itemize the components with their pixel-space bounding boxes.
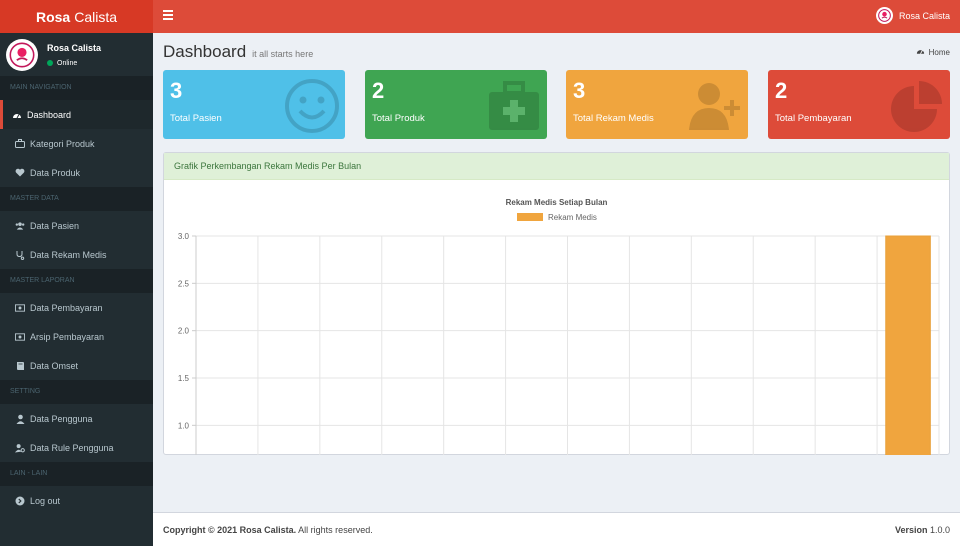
sidebar-section-header: MASTER DATA — [0, 187, 153, 211]
sidebar-item-data-pembayaran[interactable]: Data Pembayaran — [0, 293, 153, 322]
sidebar-section-header: MASTER LAPORAN — [0, 269, 153, 293]
sidebar-item-log-out[interactable]: Log out — [0, 486, 153, 515]
footer-copyright: Copyright © 2021 Rosa Calista. All right… — [163, 525, 373, 535]
header-user-name: Rosa Calista — [898, 10, 950, 21]
sidebar-item-data-rule-pengguna[interactable]: Data Rule Pengguna — [0, 433, 153, 462]
main-content: Dashboard it all starts here Home 3 Tota… — [153, 33, 960, 512]
version-number: 1.0.0 — [927, 524, 950, 535]
user-plus-icon — [687, 78, 743, 134]
sidebar-toggle-icon[interactable] — [163, 10, 173, 22]
users-icon — [15, 221, 25, 231]
page-title: Dashboard — [163, 42, 247, 61]
legend-label: Rekam Medis — [548, 213, 597, 222]
y-tick-label: 3.0 — [178, 232, 190, 241]
footer: Copyright © 2021 Rosa Calista. All right… — [153, 512, 960, 546]
sidebar-item-data-rekam-medis[interactable]: Data Rekam Medis — [0, 240, 153, 269]
sidebar-item-label: Data Rekam Medis — [30, 249, 107, 260]
briefcase-icon — [15, 139, 25, 149]
y-tick-label: 1.5 — [178, 374, 190, 383]
version-label: Version — [894, 524, 928, 535]
bar-chart: Rekam Medis00.51.01.52.02.53.0JanuaryFeb… — [178, 213, 940, 455]
book-icon — [15, 361, 25, 371]
avatar-icon — [875, 7, 893, 24]
stat-value: 2 — [372, 78, 385, 103]
sidebar-item-dashboard[interactable]: Dashboard — [0, 100, 153, 129]
sidebar-item-arsip-pembayaran[interactable]: Arsip Pembayaran — [0, 322, 153, 351]
sidebar-item-label: Data Produk — [30, 167, 81, 178]
sidebar-item-data-produk[interactable]: Data Produk — [0, 158, 153, 187]
bar-december — [885, 235, 931, 455]
sidebar-item-label: Data Pengguna — [30, 413, 93, 424]
stat-label: Total Pasien — [170, 113, 222, 124]
sidebar-item-data-pasien[interactable]: Data Pasien — [0, 211, 153, 240]
y-tick-label: 1.0 — [178, 421, 190, 430]
stat-label: Total Pembayaran — [775, 113, 852, 124]
y-tick-label: 2.0 — [178, 327, 190, 336]
user-panel: Rosa Calista Online — [0, 33, 153, 76]
sidebar-item-data-omset[interactable]: Data Omset — [0, 351, 153, 380]
sidebar-item-data-pengguna[interactable]: Data Pengguna — [0, 404, 153, 433]
online-dot-icon — [47, 60, 53, 66]
breadcrumb-home: Home — [928, 47, 950, 57]
chart-panel: Grafik Perkembangan Rekam Medis Per Bula… — [163, 152, 950, 455]
copyright-text: Copyright © 2021 Rosa Calista. — [163, 524, 297, 535]
stethoscope-icon — [15, 250, 25, 260]
status-badge: Online — [47, 60, 101, 67]
top-navbar: Rosa Calista — [153, 0, 960, 33]
y-tick-label: 2.5 — [178, 279, 190, 288]
sidebar: Rosa Calista Online MAIN NAVIGATION Dashb… — [0, 33, 153, 546]
dashboard-icon — [916, 47, 925, 57]
stat-box-total-pasien[interactable]: 3 Total Pasien — [163, 70, 345, 139]
stat-value: 3 — [170, 78, 183, 103]
logout-icon — [15, 496, 25, 506]
sidebar-item-label: Data Rule Pengguna — [30, 442, 114, 453]
sidebar-item-label: Data Pasien — [30, 220, 80, 231]
sidebar-section-header: MAIN NAVIGATION — [0, 76, 153, 100]
avatar — [6, 38, 38, 71]
status-text: Online — [57, 59, 78, 67]
rights-text: All rights reserved. — [296, 524, 373, 535]
stat-label: Total Produk — [372, 113, 425, 124]
page-header: Dashboard it all starts here — [163, 42, 313, 62]
stat-label: Total Rekam Medis — [573, 113, 654, 124]
money-icon — [15, 332, 25, 342]
sidebar-section-header: LAIN - LAIN — [0, 462, 153, 486]
heart-icon — [15, 168, 25, 178]
dashboard-icon — [12, 110, 22, 120]
sidebar-item-label: Dashboard — [27, 109, 72, 120]
sidebar-item-label: Kategori Produk — [30, 138, 95, 149]
user-icon — [15, 414, 25, 424]
stat-value: 3 — [573, 78, 586, 103]
stat-box-total-produk[interactable]: 2 Total Produk — [365, 70, 547, 139]
sidebar-item-label: Log out — [30, 495, 61, 506]
medkit-icon — [486, 78, 542, 134]
sidebar-item-label: Arsip Pembayaran — [30, 331, 105, 342]
smile-icon — [284, 78, 340, 134]
brand-logo[interactable]: Rosa Calista — [0, 0, 153, 33]
stat-value: 2 — [775, 78, 788, 103]
footer-version: Version 1.0.0 — [895, 525, 950, 535]
stat-box-total-pembayaran[interactable]: 2 Total Pembayaran — [768, 70, 950, 139]
page-subtitle: it all starts here — [252, 49, 314, 59]
legend-swatch — [517, 213, 543, 221]
brand-name-bold: Rosa — [35, 8, 71, 25]
pie-chart-icon — [889, 78, 945, 134]
brand-name-light: Calista — [74, 8, 118, 25]
sidebar-user-name: Rosa Calista — [47, 42, 102, 53]
sidebar-section-header: SETTING — [0, 380, 153, 404]
sidebar-item-kategori-produk[interactable]: Kategori Produk — [0, 129, 153, 158]
breadcrumb[interactable]: Home — [916, 47, 950, 57]
sidebar-item-label: Data Pembayaran — [30, 302, 103, 313]
stat-box-total-rekam-medis[interactable]: 3 Total Rekam Medis — [566, 70, 748, 139]
chart-panel-header: Grafik Perkembangan Rekam Medis Per Bula… — [164, 153, 949, 180]
user-menu[interactable]: Rosa Calista — [875, 7, 950, 24]
sidebar-item-label: Data Omset — [30, 360, 79, 371]
user-cog-icon — [15, 443, 25, 453]
money-icon — [15, 303, 25, 313]
